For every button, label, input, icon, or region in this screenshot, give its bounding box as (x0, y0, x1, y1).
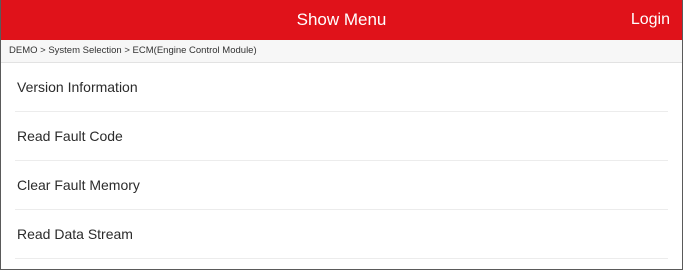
menu-item-read-fault-code[interactable]: Read Fault Code (15, 112, 668, 161)
breadcrumb: DEMO > System Selection > ECM(Engine Con… (1, 40, 682, 63)
top-bar: Show Menu Login (1, 0, 682, 40)
app-window: Show Menu Login DEMO > System Selection … (0, 0, 683, 270)
show-menu-button[interactable]: Show Menu (1, 0, 682, 40)
menu-item-clear-fault-memory[interactable]: Clear Fault Memory (15, 161, 668, 210)
menu-item-version-information[interactable]: Version Information (15, 63, 668, 112)
menu-item-read-data-stream[interactable]: Read Data Stream (15, 210, 668, 259)
login-button[interactable]: Login (631, 0, 670, 40)
function-menu: Version Information Read Fault Code Clea… (1, 63, 682, 259)
